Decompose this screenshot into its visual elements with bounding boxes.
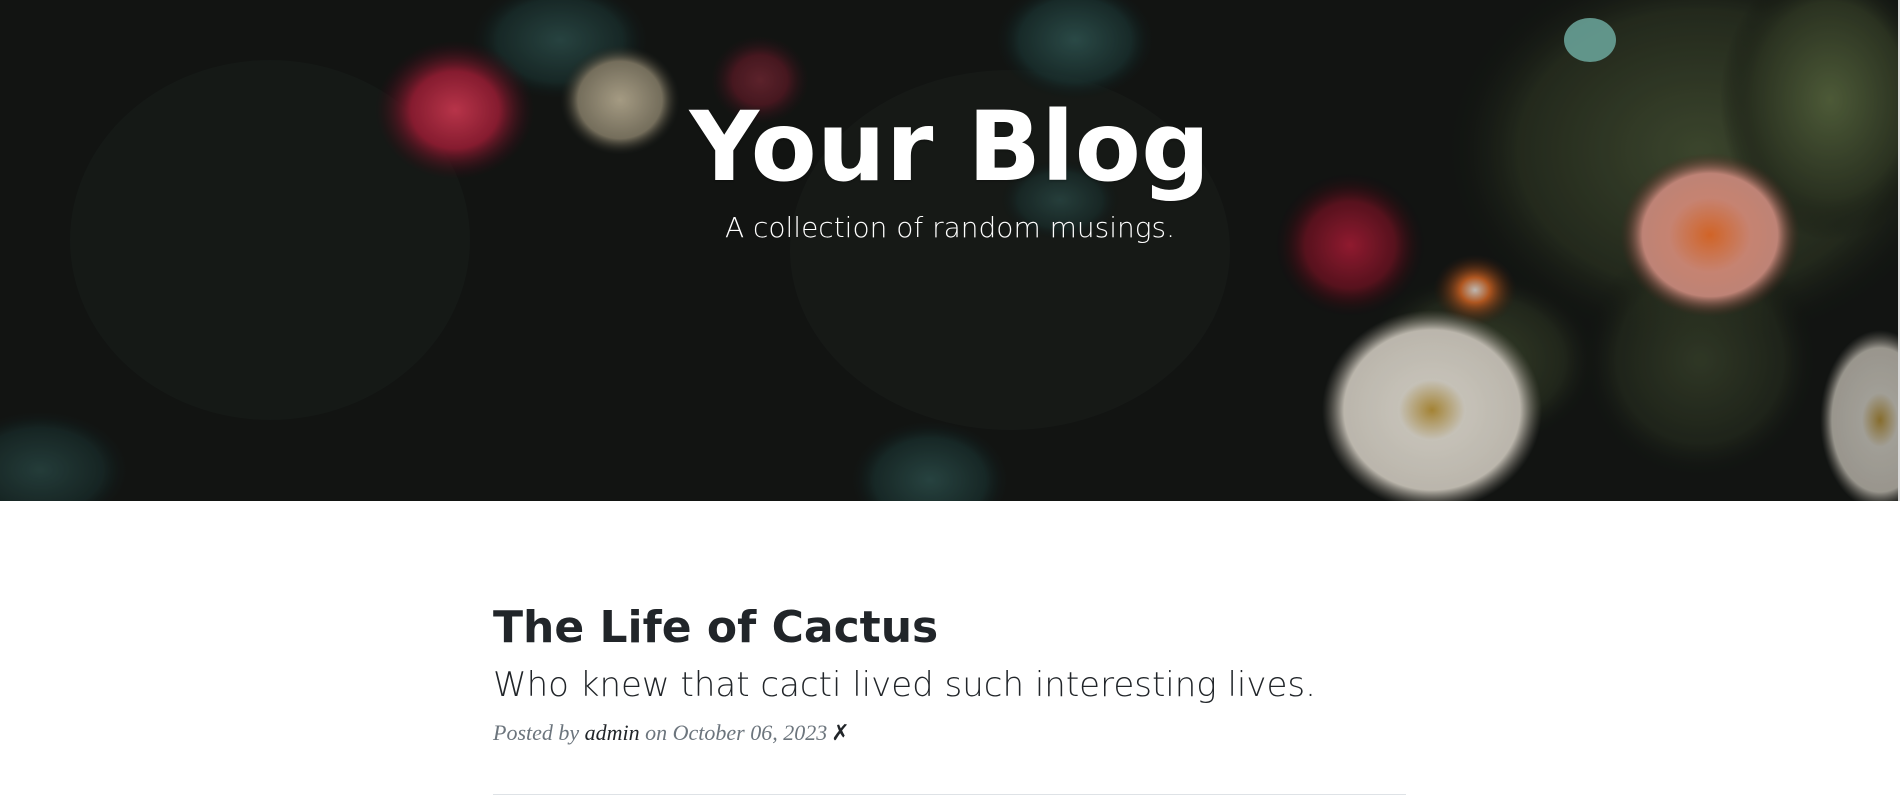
site-heading: Your Blog A collection of random musings… [0, 92, 1900, 248]
post-title-link[interactable]: The Life of Cactus [493, 602, 938, 653]
masthead-background-image [0, 0, 1900, 501]
masthead: Your Blog A collection of random musings… [0, 0, 1900, 501]
post-subtitle[interactable]: Who knew that cacti lived such interesti… [493, 660, 1406, 710]
post-date: October 06, 2023 [672, 720, 828, 745]
site-title: Your Blog [689, 91, 1211, 203]
post-meta-on: on [645, 720, 668, 745]
post-divider [493, 794, 1406, 795]
post-meta-prefix: Posted by [493, 720, 580, 745]
site-subtitle: A collection of random musings. [724, 211, 1176, 244]
delete-post-icon[interactable]: ✗ [831, 720, 849, 745]
post-author-link[interactable]: admin [585, 720, 640, 745]
post-title: The Life of Cactus [493, 598, 1406, 658]
post-meta: Posted by admin on October 06, 2023 ✗ [493, 718, 1406, 748]
scrollbar-track[interactable] [1898, 0, 1900, 501]
page: Your Blog A collection of random musings… [0, 0, 1902, 805]
post-preview: The Life of Cactus Who knew that cacti l… [493, 598, 1406, 748]
